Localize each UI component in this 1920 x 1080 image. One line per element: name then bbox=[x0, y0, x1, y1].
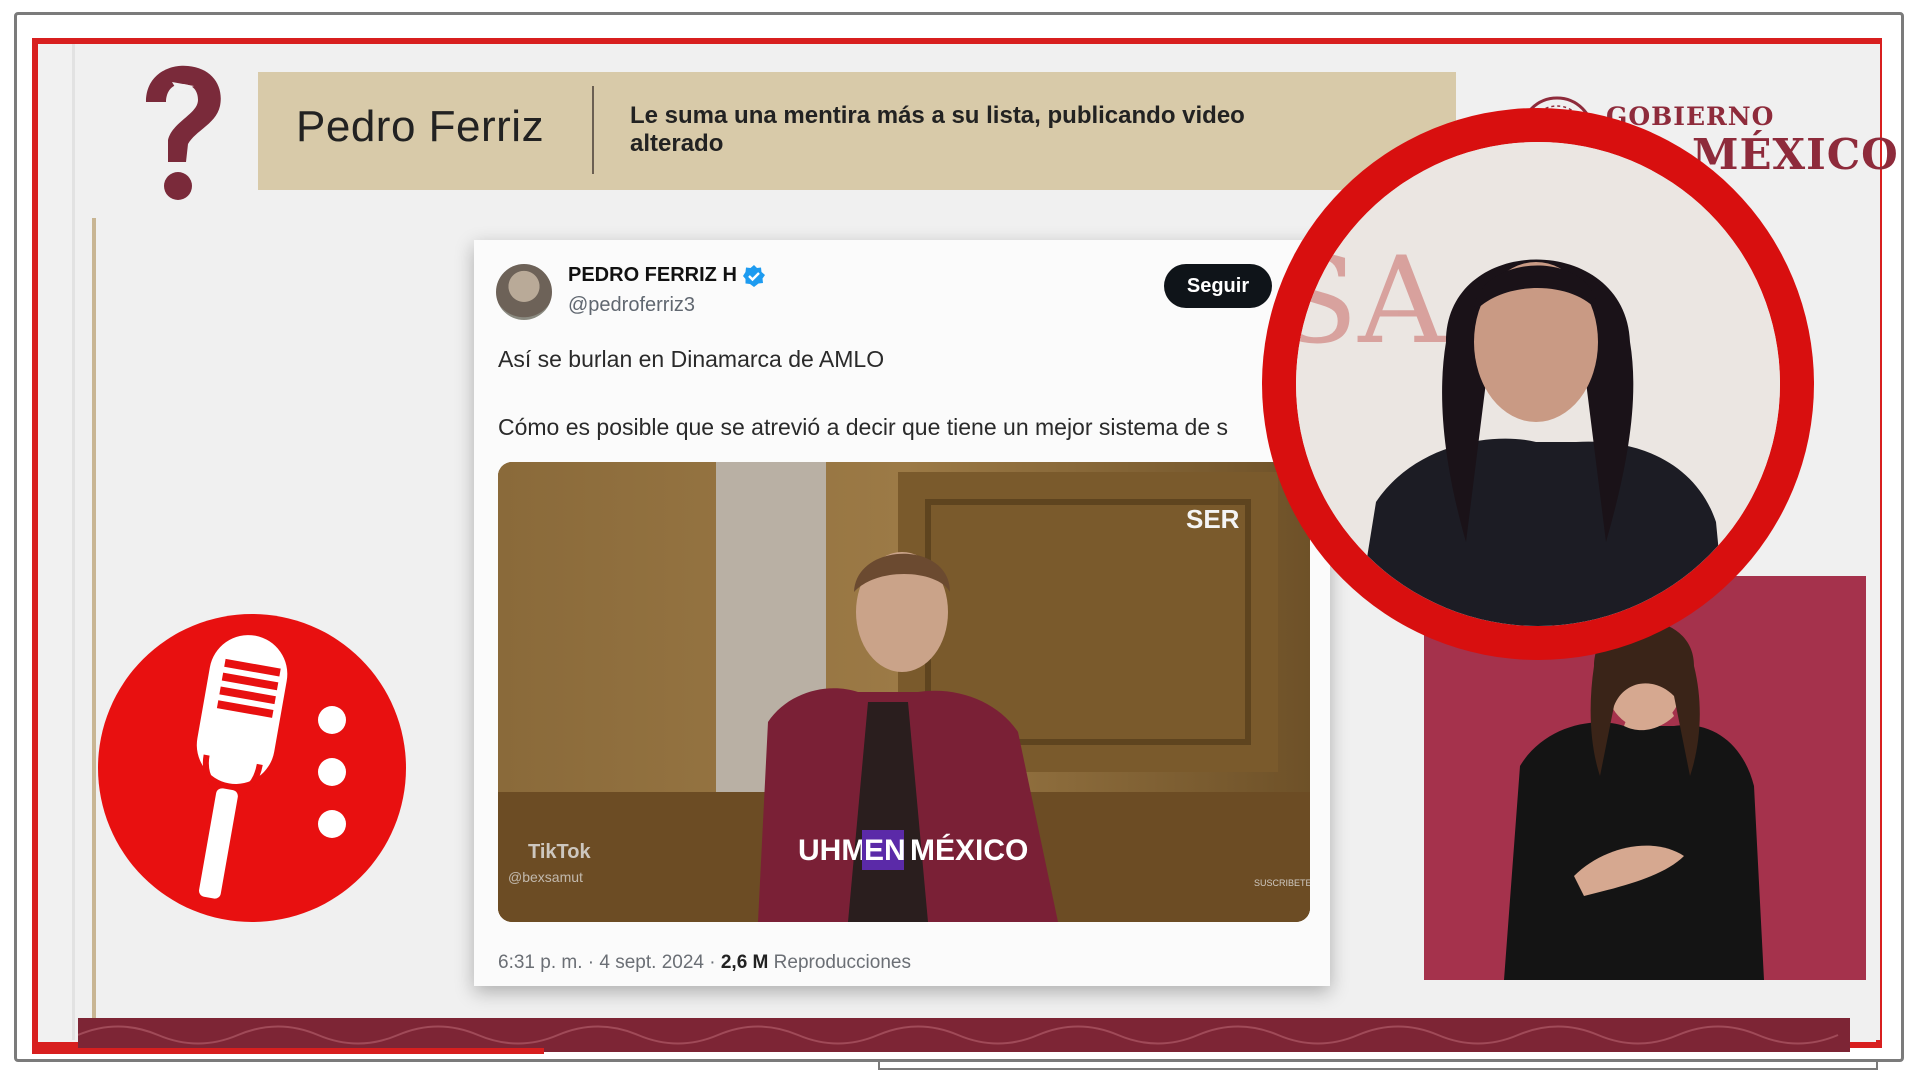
header-description: Le suma una mentira más a su lista, publ… bbox=[630, 102, 1245, 157]
follow-button[interactable]: Seguir bbox=[1164, 264, 1272, 308]
svg-text:SA: SA bbox=[1296, 232, 1446, 371]
video-caption-post: MÉXICO bbox=[910, 833, 1028, 867]
microphone-icon bbox=[98, 614, 406, 922]
verified-badge-icon bbox=[743, 265, 765, 287]
header-bar: Pedro Ferriz Le suma una mentira más a s… bbox=[258, 72, 1456, 190]
tweet-handle[interactable]: @pedroferriz3 bbox=[568, 294, 695, 317]
header-title: Pedro Ferriz bbox=[296, 102, 545, 151]
video-watermark-user: @bexsamut bbox=[508, 869, 583, 885]
tweet-card[interactable]: PEDRO FERRIZ H @pedroferriz3 Seguir Así … bbox=[474, 240, 1330, 986]
bottom-frame-edge bbox=[878, 1060, 1878, 1070]
government-logo-line2: MÉXICO bbox=[1692, 130, 1899, 179]
tweet-display-name[interactable]: PEDRO FERRIZ H bbox=[568, 264, 737, 287]
speaker-photo: SA bbox=[1296, 142, 1780, 626]
question-mark-bird-icon bbox=[146, 65, 221, 200]
bottom-accent bbox=[32, 1048, 544, 1054]
header-divider bbox=[592, 86, 594, 174]
video-corner-label: SUSCRIBETE bbox=[1254, 878, 1310, 888]
tweet-text-line1: Así se burlan en Dinamarca de AMLO bbox=[498, 346, 885, 372]
video-watermark: TikTok bbox=[528, 841, 591, 863]
video-caption-highlight: EN bbox=[864, 834, 906, 867]
video-caption-pre: UHM bbox=[798, 834, 866, 867]
tweet-meta: 6:31 p. m. · 4 sept. 2024 · 2,6 M Reprod… bbox=[498, 952, 911, 974]
video-channel-logo: SER bbox=[1186, 504, 1240, 534]
views-count: 2,6 M bbox=[720, 952, 769, 973]
views-label: Reproducciones bbox=[773, 952, 911, 973]
tweet-text-line2: Cómo es posible que se atrevió a decir q… bbox=[498, 414, 1229, 440]
speaker-inset: SA bbox=[1262, 108, 1814, 660]
decorative-band bbox=[78, 1018, 1850, 1052]
tweet-timestamp[interactable]: 6:31 p. m. · 4 sept. 2024 · bbox=[498, 952, 716, 973]
avatar[interactable] bbox=[496, 264, 552, 320]
tweet-video[interactable]: SER UHM EN MÉXICO TikTok @bexsamut SUSCR… bbox=[498, 462, 1310, 922]
